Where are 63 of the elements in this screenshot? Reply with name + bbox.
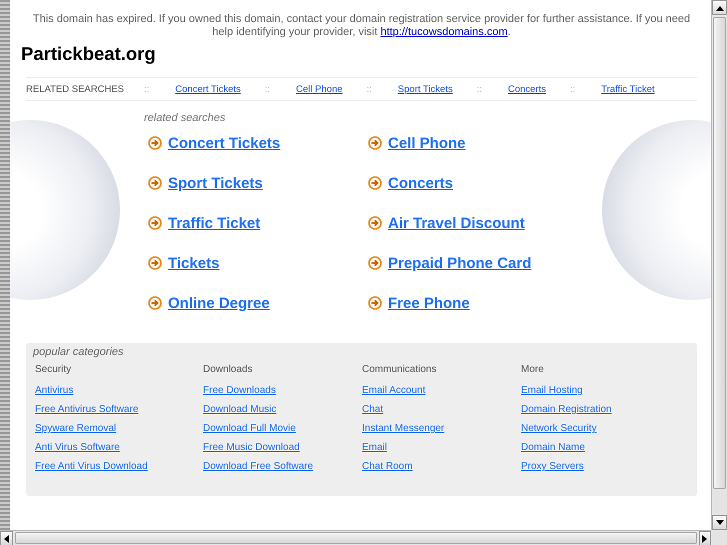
section-heading: related searches bbox=[144, 112, 226, 124]
category-title: Security bbox=[35, 364, 72, 375]
category-link[interactable]: Chat bbox=[362, 404, 384, 415]
scroll-right-button[interactable] bbox=[698, 531, 711, 545]
search-link[interactable]: Free Phone bbox=[388, 294, 470, 312]
search-link[interactable]: Air Travel Discount bbox=[388, 214, 525, 232]
category-link[interactable]: Proxy Servers bbox=[521, 461, 584, 472]
related-link[interactable]: Sport Tickets bbox=[398, 84, 453, 94]
category-link[interactable]: Domain Registration bbox=[521, 404, 612, 415]
separator: :: bbox=[264, 84, 270, 94]
site-title: Partickbeat.org bbox=[21, 43, 157, 65]
category-title: More bbox=[521, 364, 545, 375]
category-link[interactable]: Anti Virus Software bbox=[35, 442, 120, 453]
category-link[interactable]: Free Anti Virus Download bbox=[35, 461, 148, 472]
expired-notice: This domain has expired. If you owned this domain, contact your domain registration service provider for further assistance. If you need help identifying your provider, visit http://tucowsdomains.com. bbox=[32, 13, 692, 39]
category-link[interactable]: Chat Room bbox=[362, 461, 413, 472]
related-link[interactable]: Concerts bbox=[508, 84, 546, 94]
scroll-thumb[interactable] bbox=[713, 17, 726, 489]
related-link[interactable]: Cell Phone bbox=[296, 84, 343, 94]
category-link[interactable]: Email bbox=[362, 442, 388, 453]
horizontal-scrollbar[interactable] bbox=[0, 530, 711, 545]
up-arrow-icon bbox=[716, 4, 724, 10]
search-link[interactable]: Cell Phone bbox=[388, 134, 466, 152]
section-heading: popular categories bbox=[33, 346, 125, 358]
search-link[interactable]: Prepaid Phone Card bbox=[388, 254, 532, 272]
left-arrow-icon bbox=[3, 534, 10, 542]
related-link[interactable]: Traffic Ticket bbox=[601, 84, 655, 94]
scroll-down-button[interactable] bbox=[712, 515, 727, 530]
category-link[interactable]: Email Account bbox=[362, 385, 426, 396]
separator: :: bbox=[366, 84, 372, 94]
category-link[interactable]: Domain Name bbox=[521, 442, 585, 453]
right-arrow-icon bbox=[702, 534, 708, 542]
scroll-up-button[interactable] bbox=[712, 0, 727, 15]
search-link[interactable]: Traffic Ticket bbox=[168, 214, 260, 232]
related-link[interactable]: Concert Tickets bbox=[175, 84, 241, 94]
category-link[interactable]: Instant Messenger bbox=[362, 423, 444, 434]
search-link[interactable]: Concerts bbox=[388, 174, 454, 192]
category-link[interactable]: Free Antivirus Software bbox=[35, 404, 138, 415]
separator: :: bbox=[144, 84, 150, 94]
category-link[interactable]: Download Music bbox=[203, 404, 276, 415]
category-link[interactable]: Email Hosting bbox=[521, 385, 583, 396]
provider-link[interactable]: http://tucowsdomains.com bbox=[380, 26, 508, 38]
related-label: RELATED SEARCHES bbox=[26, 84, 126, 94]
search-link[interactable]: Tickets bbox=[168, 254, 220, 272]
category-link[interactable]: Spyware Removal bbox=[35, 423, 116, 434]
vertical-scrollbar[interactable] bbox=[711, 0, 727, 530]
search-link[interactable]: Online Degree bbox=[168, 294, 270, 312]
search-link[interactable]: Concert Tickets bbox=[168, 134, 280, 152]
scrollbar-corner bbox=[711, 530, 727, 545]
category-link[interactable]: Download Free Software bbox=[203, 461, 314, 472]
scroll-thumb[interactable] bbox=[14, 532, 696, 544]
category-link[interactable]: Free Music Download bbox=[203, 442, 300, 453]
separator: :: bbox=[570, 84, 576, 94]
scroll-left-button[interactable] bbox=[0, 531, 12, 545]
category-link[interactable]: Network Security bbox=[521, 423, 597, 434]
down-arrow-icon bbox=[716, 520, 724, 526]
category-title: Downloads bbox=[203, 364, 254, 375]
separator: :: bbox=[476, 84, 482, 94]
category-title: Communications bbox=[362, 364, 438, 375]
category-link[interactable]: Antivirus bbox=[35, 385, 74, 396]
category-link[interactable]: Download Full Movie bbox=[203, 423, 296, 434]
category-link[interactable]: Free Downloads bbox=[203, 385, 276, 396]
search-link[interactable]: Sport Tickets bbox=[168, 174, 263, 192]
